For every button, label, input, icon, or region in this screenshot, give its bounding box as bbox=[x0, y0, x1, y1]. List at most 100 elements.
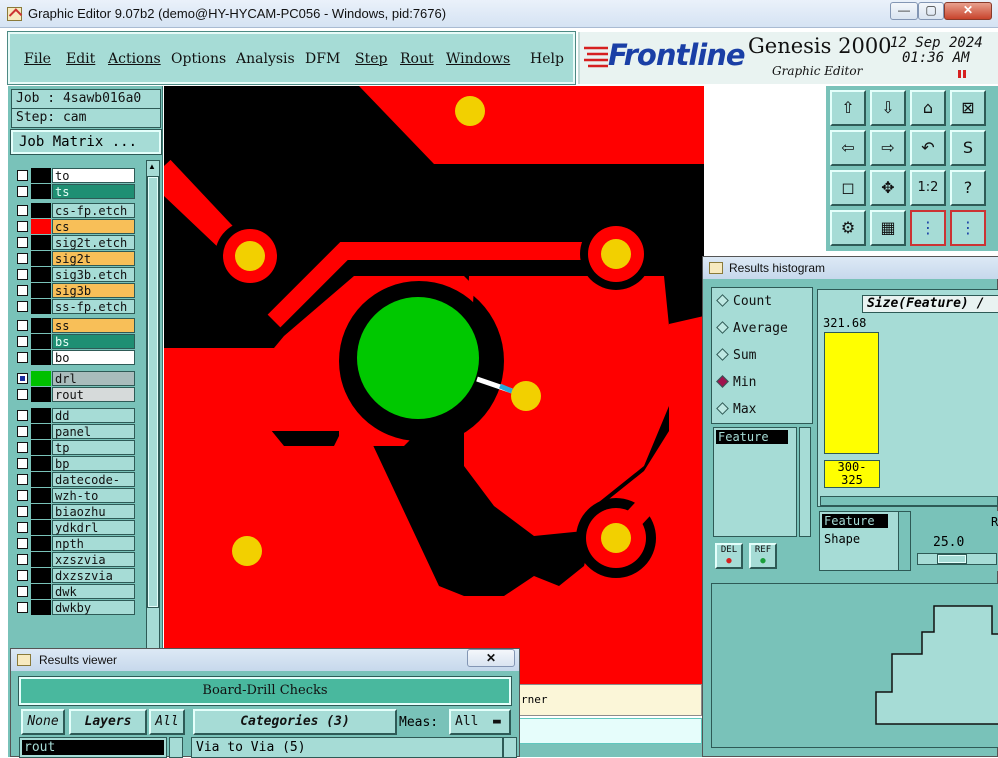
drill-pad[interactable] bbox=[357, 297, 479, 419]
layer-name[interactable]: dd bbox=[52, 408, 135, 423]
layer-row-cs[interactable]: cs bbox=[14, 219, 136, 234]
layer-checkbox[interactable] bbox=[17, 586, 28, 597]
all-layers-button[interactable]: All bbox=[149, 709, 185, 735]
layer-color-swatch[interactable] bbox=[31, 520, 51, 535]
layer-checkbox[interactable] bbox=[17, 538, 28, 549]
layer-color-swatch[interactable] bbox=[31, 371, 51, 386]
layer-name[interactable]: sig2t.etch bbox=[52, 235, 135, 250]
layer-row-ss[interactable]: ss bbox=[14, 318, 136, 333]
layer-name[interactable]: npth bbox=[52, 536, 135, 551]
layer-checkbox[interactable] bbox=[17, 474, 28, 485]
layer-checkbox[interactable] bbox=[17, 554, 28, 565]
layer-row-dwk[interactable]: dwk bbox=[14, 584, 136, 599]
layer-name[interactable]: dxzszvia bbox=[52, 568, 135, 583]
layer-checkbox[interactable] bbox=[17, 320, 28, 331]
layer-color-swatch[interactable] bbox=[31, 184, 51, 199]
histogram-hscroll[interactable] bbox=[820, 496, 998, 506]
layer-row-bp[interactable]: bp bbox=[14, 456, 136, 471]
pan-left-icon[interactable]: ⇦ bbox=[830, 130, 866, 166]
histogram-axis-label[interactable]: Size(Feature) / bbox=[862, 295, 998, 313]
layer-checkbox[interactable] bbox=[17, 426, 28, 437]
layer-checkbox[interactable] bbox=[17, 410, 28, 421]
layer-color-swatch[interactable] bbox=[31, 568, 51, 583]
layer-color-swatch[interactable] bbox=[31, 584, 51, 599]
layer-checkbox[interactable] bbox=[17, 506, 28, 517]
layer-color-swatch[interactable] bbox=[31, 536, 51, 551]
grid-icon[interactable]: ▦ bbox=[870, 210, 906, 246]
threshold-slider[interactable] bbox=[917, 553, 997, 565]
layer-checkbox[interactable] bbox=[17, 285, 28, 296]
layer-color-swatch[interactable] bbox=[31, 504, 51, 519]
layer-results-list[interactable]: rout bbox=[19, 737, 167, 758]
average-radio-icon[interactable] bbox=[716, 321, 729, 334]
layer-row-npth[interactable]: npth bbox=[14, 536, 136, 551]
layer-checkbox[interactable] bbox=[17, 442, 28, 453]
menu-step[interactable]: Step bbox=[355, 51, 387, 67]
job-matrix-button[interactable]: Job Matrix ... bbox=[10, 129, 162, 155]
layer-row-tp[interactable]: tp bbox=[14, 440, 136, 455]
layers-button[interactable]: Layers bbox=[69, 709, 147, 735]
layer-color-swatch[interactable] bbox=[31, 219, 51, 234]
layer-color-swatch[interactable] bbox=[31, 267, 51, 282]
home-icon[interactable]: ⌂ bbox=[910, 90, 946, 126]
minimize-button[interactable]: — bbox=[890, 2, 918, 20]
pan-right-icon[interactable]: ⇨ bbox=[870, 130, 906, 166]
graphic-canvas[interactable] bbox=[164, 86, 704, 686]
layer-checkbox[interactable] bbox=[17, 205, 28, 216]
layer-checkbox[interactable] bbox=[17, 602, 28, 613]
layer-row-dd[interactable]: dd bbox=[14, 408, 136, 423]
menu-actions[interactable]: Actions bbox=[108, 51, 161, 67]
layer-row-bs[interactable]: bs bbox=[14, 334, 136, 349]
layer-row-ydkdrl[interactable]: ydkdrl bbox=[14, 520, 136, 535]
layer-color-swatch[interactable] bbox=[31, 350, 51, 365]
layer-name[interactable]: panel bbox=[52, 424, 135, 439]
layer-row-drl[interactable]: drl bbox=[14, 371, 136, 386]
menu-file[interactable]: File bbox=[24, 51, 51, 67]
help-button[interactable]: ? bbox=[950, 170, 986, 206]
layer-color-swatch[interactable] bbox=[31, 408, 51, 423]
layer-name[interactable]: xzszvia bbox=[52, 552, 135, 567]
feature-list-scrollbar[interactable] bbox=[799, 427, 811, 537]
feature-list[interactable]: Feature bbox=[713, 427, 797, 537]
layer-name[interactable]: cs-fp.etch bbox=[52, 203, 135, 218]
zoom-xy-icon[interactable]: ⊠ bbox=[950, 90, 986, 126]
menu-dfm[interactable]: DFM bbox=[305, 51, 340, 67]
attr-feature[interactable]: Feature bbox=[822, 514, 888, 528]
layer-name[interactable]: sig3b bbox=[52, 283, 135, 298]
feature-list-header[interactable]: Feature bbox=[716, 430, 788, 444]
results-viewer-close-button[interactable]: ✕ bbox=[467, 649, 515, 667]
layer-color-swatch[interactable] bbox=[31, 440, 51, 455]
min-radio-icon[interactable] bbox=[716, 375, 729, 388]
layer-row-cs-fp-etch[interactable]: cs-fp.etch bbox=[14, 203, 136, 218]
layer-color-swatch[interactable] bbox=[31, 472, 51, 487]
layer-name[interactable]: to bbox=[52, 168, 135, 183]
redraw-icon[interactable]: S bbox=[950, 130, 986, 166]
layer-row-sig3b[interactable]: sig3b bbox=[14, 283, 136, 298]
del-button[interactable]: DEL ● bbox=[715, 543, 743, 569]
menu-options[interactable]: Options bbox=[171, 51, 226, 67]
layer-row-ss-fp-etch[interactable]: ss-fp.etch bbox=[14, 299, 136, 314]
category-scrollbar[interactable] bbox=[503, 737, 517, 758]
layer-checkbox[interactable] bbox=[17, 170, 28, 181]
close-button[interactable]: ✕ bbox=[944, 2, 992, 20]
sum-radio-icon[interactable] bbox=[716, 348, 729, 361]
layer-results-scrollbar[interactable] bbox=[169, 737, 183, 758]
layer-checkbox[interactable] bbox=[17, 522, 28, 533]
layer-checkbox[interactable] bbox=[17, 253, 28, 264]
layer-row-dxzszvia[interactable]: dxzszvia bbox=[14, 568, 136, 583]
maximize-button[interactable]: ▢ bbox=[918, 2, 944, 20]
category-item[interactable]: Via to Via (5) bbox=[191, 737, 503, 758]
layer-name[interactable]: ss-fp.etch bbox=[52, 299, 135, 314]
scroll-up-icon[interactable]: ▲ bbox=[148, 162, 156, 171]
slider-thumb[interactable] bbox=[937, 554, 967, 564]
layer-row-to[interactable]: to bbox=[14, 168, 136, 183]
layer-checkbox[interactable] bbox=[17, 336, 28, 347]
layer-color-swatch[interactable] bbox=[31, 235, 51, 250]
layer-checkbox[interactable] bbox=[17, 373, 28, 384]
layer-row-datecode-to[interactable]: datecode-to bbox=[14, 472, 136, 501]
layer-color-swatch[interactable] bbox=[31, 203, 51, 218]
layer-checkbox[interactable] bbox=[17, 237, 28, 248]
layer-name[interactable]: ts bbox=[52, 184, 135, 199]
layer-row-wzh-to[interactable]: wzh-to bbox=[14, 488, 136, 503]
attr-scrollbar[interactable] bbox=[898, 512, 910, 570]
